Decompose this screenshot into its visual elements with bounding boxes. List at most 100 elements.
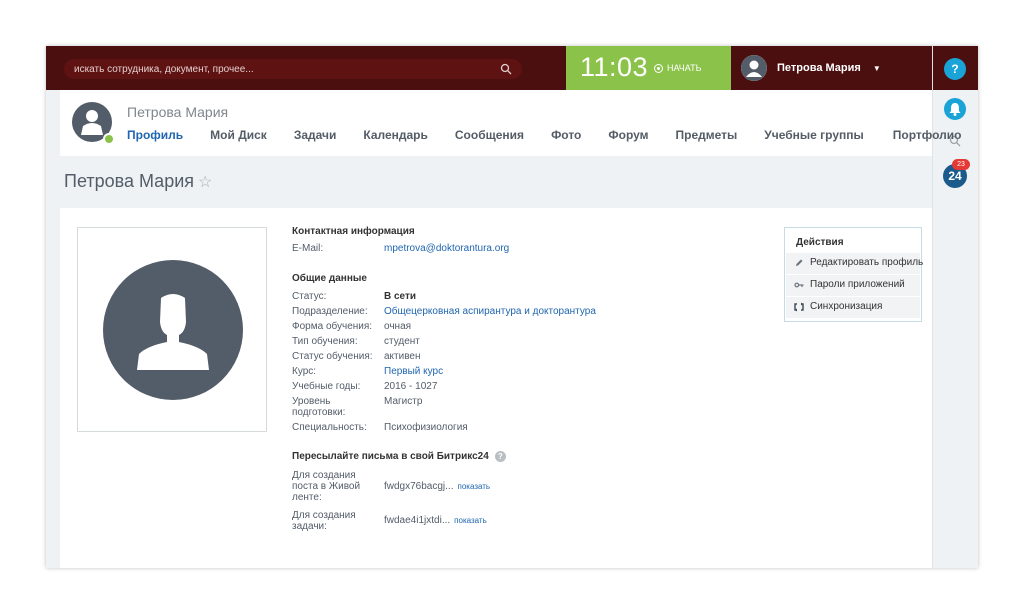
tab-my-drive[interactable]: Мой Диск [210, 128, 267, 142]
chevron-down-icon[interactable]: ▼ [873, 64, 881, 73]
tab-subjects[interactable]: Предметы [676, 128, 738, 142]
info-label: Специальность: [292, 422, 367, 433]
info-label: Для создания задачи: [292, 510, 356, 533]
action-label: Редактировать профиль [810, 257, 924, 268]
actions-panel: Действия Редактировать профиль Пароли пр… [784, 227, 924, 322]
forward-address: fwdgx76bacgj... [384, 481, 454, 493]
info-value: студент [384, 336, 420, 347]
app-passwords-action[interactable]: Пароли приложений [786, 275, 920, 296]
info-label: Статус обучения: [292, 351, 373, 362]
key-icon [794, 282, 804, 288]
info-row-study-form: Форма обучения: очная [292, 321, 732, 336]
info-row-study-status: Статус обучения: активен [292, 351, 732, 366]
general-rows: Статус: В сети Подразделение: Общецерков… [292, 291, 732, 437]
info-row-course: Курс: Первый курс [292, 366, 732, 381]
info-label: Подразделение: [292, 306, 368, 317]
tab-photo[interactable]: Фото [551, 128, 581, 142]
course-link[interactable]: Первый курс [384, 366, 443, 377]
sync-action[interactable]: Синхронизация [786, 297, 920, 318]
profile-header: Петрова Мария Профиль Мой Диск Задачи Ка… [60, 90, 961, 156]
email-row: E-Mail: mpetrova@doktorantura.org [292, 243, 732, 258]
star-icon[interactable]: ☆ [198, 174, 212, 191]
info-row-department: Подразделение: Общецерковная аспирантура… [292, 306, 732, 321]
notifications-button[interactable] [944, 98, 966, 120]
help-icon[interactable]: ? [494, 451, 506, 462]
photo-placeholder [103, 260, 243, 400]
profile-tabs: Профиль Мой Диск Задачи Календарь Сообще… [127, 128, 961, 142]
clock-time: 11:03 [580, 52, 649, 82]
general-section-title: Общие данные [292, 273, 367, 284]
help-button[interactable]: ? [944, 58, 966, 80]
show-link[interactable]: показать [458, 482, 491, 491]
page-title: Петрова Мария ☆ [64, 171, 212, 192]
search-icon[interactable] [500, 63, 512, 75]
info-value: активен [384, 351, 421, 362]
record-icon [654, 63, 663, 73]
email-link[interactable]: mpetrova@doktorantura.org [384, 243, 509, 254]
user-name: Петрова Мария [777, 62, 861, 74]
action-label: Синхронизация [810, 301, 883, 312]
status-value: В сети [384, 291, 417, 302]
online-status-dot [103, 133, 115, 145]
edit-profile-action[interactable]: Редактировать профиль [786, 253, 924, 274]
info-row-specialty: Специальность: Психофизиология [292, 422, 732, 437]
tab-study-groups[interactable]: Учебные группы [764, 128, 863, 142]
profile-content: Контактная информация E-Mail: mpetrova@d… [60, 208, 932, 568]
forward-section-title: Пересылайте письма в свой Битрикс24? [292, 451, 732, 462]
info-row-years: Учебные годы: 2016 - 1027 [292, 381, 732, 396]
action-label: Пароли приложений [810, 279, 905, 290]
profile-photo [77, 227, 267, 432]
forward-row-post: Для создания поста в Живой ленте: fwdgx7… [292, 470, 732, 506]
forward-address-value: fwdae4i1jxtdi... показать [384, 515, 487, 526]
show-link[interactable]: показать [454, 516, 487, 525]
tab-messages[interactable]: Сообщения [455, 128, 524, 142]
info-label: Тип обучения: [292, 336, 358, 347]
forward-row-task: Для создания задачи: fwdae4i1jxtdi... пок… [292, 510, 732, 536]
profile-header-name: Петрова Мария [127, 104, 229, 120]
info-label: Форма обучения: [292, 321, 373, 332]
info-label: Для создания поста в Живой ленте: [292, 470, 361, 504]
user-silhouette-icon [741, 55, 767, 81]
app-window: 11:03 НАЧАТЬ Петрова Мария ▼ ? [46, 46, 978, 568]
start-workday-button[interactable]: НАЧАТЬ [654, 63, 702, 73]
top-bar: 11:03 НАЧАТЬ Петрова Мария ▼ [46, 46, 932, 90]
user-avatar [741, 55, 767, 81]
info-row-status: Статус: В сети [292, 291, 732, 306]
email-label: E-Mail: [292, 243, 324, 254]
info-value: Магистр [384, 396, 423, 407]
notification-count-badge: 23 [952, 159, 970, 170]
info-value: Психофизиология [384, 422, 468, 433]
tab-tasks[interactable]: Задачи [294, 128, 337, 142]
info-row-level: Уровень подготовки: Магистр [292, 396, 732, 422]
info-label: Уровень подготовки: [292, 396, 346, 418]
forward-address-value: fwdgx76bacgj... показать [384, 481, 490, 492]
info-label: Учебные годы: [292, 381, 361, 392]
info-value: 2016 - 1027 [384, 381, 438, 392]
bell-icon [949, 103, 961, 116]
tab-portfolio[interactable]: Портфолио [893, 128, 962, 142]
work-time-widget[interactable]: 11:03 НАЧАТЬ [566, 46, 731, 90]
info-label: Курс: [292, 366, 317, 377]
tab-profile[interactable]: Профиль [127, 128, 183, 142]
forward-address: fwdae4i1jxtdi... [384, 515, 451, 527]
info-label: Статус: [292, 291, 327, 302]
contact-section-title: Контактная информация [292, 226, 415, 237]
tab-forum[interactable]: Форум [608, 128, 648, 142]
search-input[interactable] [74, 59, 494, 79]
user-silhouette-icon [137, 294, 209, 370]
tab-calendar[interactable]: Календарь [363, 128, 428, 142]
search-box[interactable] [64, 59, 522, 79]
department-link[interactable]: Общецерковная аспирантура и докторантура [384, 306, 596, 317]
rail-top: ? [933, 46, 978, 90]
sync-icon [794, 302, 804, 312]
user-menu[interactable]: Петрова Мария ▼ [741, 54, 881, 82]
forward-title-text: Пересылайте письма в свой Битрикс24 [292, 451, 489, 463]
actions-title: Действия [796, 237, 844, 248]
start-label: НАЧАТЬ [667, 63, 702, 73]
info-value: очная [384, 321, 412, 332]
right-rail: ? 24 23 [932, 46, 978, 568]
pencil-icon [796, 259, 803, 266]
profile-info: Контактная информация E-Mail: mpetrova@d… [292, 226, 732, 536]
page-title-text: Петрова Мария [64, 171, 195, 191]
info-row-study-type: Тип обучения: студент [292, 336, 732, 351]
